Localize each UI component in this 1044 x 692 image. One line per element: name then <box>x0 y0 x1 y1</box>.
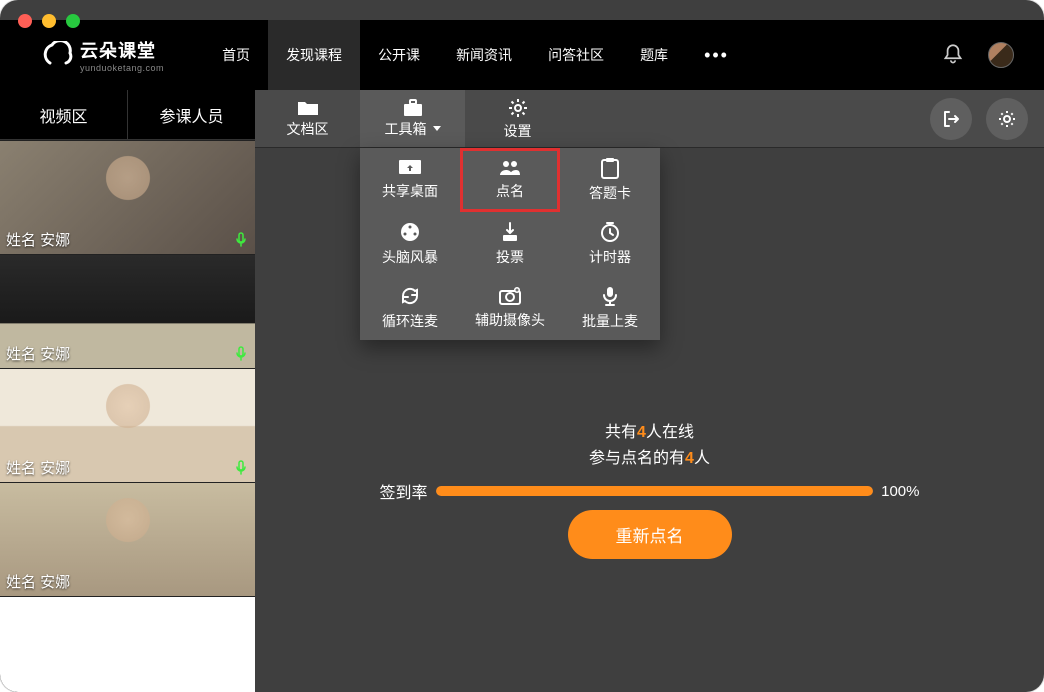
vote-icon <box>500 221 520 243</box>
people-icon <box>498 159 522 177</box>
cycle-icon <box>399 285 421 307</box>
dd-share-desktop[interactable]: 共享桌面 <box>360 148 460 212</box>
monitor-share-icon <box>398 159 422 177</box>
participant-name: 姓名 安娜 <box>6 571 70 592</box>
clipboard-icon <box>600 157 620 179</box>
checkin-progress <box>436 486 874 496</box>
toolbox-dropdown: 共享桌面 点名 答题卡 头脑风暴 投票 <box>360 148 660 340</box>
settings-button[interactable] <box>986 98 1028 140</box>
main-nav: 首页 发现课程 公开课 新闻资讯 问答社区 题库 ••• <box>204 20 747 90</box>
clock-icon <box>599 221 621 243</box>
nav-public[interactable]: 公开课 <box>360 20 438 90</box>
nav-question-bank[interactable]: 题库 <box>622 20 686 90</box>
brand-name: 云朵课堂 <box>80 37 164 63</box>
dd-batch-mic[interactable]: 批量上麦 <box>560 276 660 340</box>
toolbar-doc-area[interactable]: 文档区 <box>255 90 360 147</box>
left-panel: 视频区 参课人员 姓名 安娜 姓名 安娜 姓名 安娜 <box>0 90 255 692</box>
tab-members[interactable]: 参课人员 <box>128 90 255 139</box>
cloud-icon <box>40 41 74 69</box>
toolbar: 文档区 工具箱 设置 <box>255 90 1044 148</box>
dd-vote[interactable]: 投票 <box>460 212 560 276</box>
rollcall-stats: 共有4人在线 参与点名的有4人 签到率 100% <box>380 420 920 503</box>
checkin-rate-label: 签到率 <box>380 479 428 503</box>
close-dot[interactable] <box>18 14 32 28</box>
briefcase-icon <box>402 99 424 117</box>
logo[interactable]: 云朵课堂 yunduoketang.com <box>40 37 164 73</box>
gear-icon <box>507 97 529 119</box>
exit-button[interactable] <box>930 98 972 140</box>
video-tile[interactable]: 姓名 安娜 <box>0 482 255 596</box>
gear-icon <box>997 109 1017 129</box>
dd-aux-camera[interactable]: 辅助摄像头 <box>460 276 560 340</box>
progress-fill <box>436 486 874 496</box>
film-reel-icon <box>399 221 421 243</box>
participant-name: 姓名 安娜 <box>6 457 70 478</box>
dd-rollcall[interactable]: 点名 <box>460 148 560 212</box>
nav-qa[interactable]: 问答社区 <box>530 20 622 90</box>
video-tile[interactable]: 姓名 安娜 <box>0 368 255 482</box>
brand-sub: yunduoketang.com <box>80 63 164 73</box>
mic-icon <box>233 232 249 248</box>
video-tile[interactable]: 姓名 安娜 <box>0 254 255 368</box>
chevron-down-icon <box>433 126 441 131</box>
window-controls <box>18 14 80 28</box>
avatar[interactable] <box>988 42 1014 68</box>
participant-name: 姓名 安娜 <box>6 229 70 250</box>
main-area: 文档区 工具箱 设置 <box>255 90 1044 692</box>
participant-name: 姓名 安娜 <box>6 343 70 364</box>
dd-answer-card[interactable]: 答题卡 <box>560 148 660 212</box>
nav-more[interactable]: ••• <box>686 45 747 66</box>
exit-icon <box>941 109 961 129</box>
maximize-dot[interactable] <box>66 14 80 28</box>
mic-icon <box>233 346 249 362</box>
mic-up-icon <box>600 285 620 307</box>
nav-discover[interactable]: 发现课程 <box>268 20 360 90</box>
video-tile-empty <box>0 596 255 692</box>
dd-timer[interactable]: 计时器 <box>560 212 660 276</box>
minimize-dot[interactable] <box>42 14 56 28</box>
checkin-percent: 100% <box>881 483 919 500</box>
folder-icon <box>297 99 319 117</box>
mic-icon <box>233 460 249 476</box>
dd-cycle-mic[interactable]: 循环连麦 <box>360 276 460 340</box>
toolbar-settings[interactable]: 设置 <box>465 90 570 147</box>
dd-brainstorm[interactable]: 头脑风暴 <box>360 212 460 276</box>
tab-video-area[interactable]: 视频区 <box>0 90 128 139</box>
nav-news[interactable]: 新闻资讯 <box>438 20 530 90</box>
toolbar-toolbox[interactable]: 工具箱 <box>360 90 465 147</box>
bell-icon[interactable] <box>940 42 966 68</box>
camera-plus-icon <box>498 286 522 306</box>
top-bar: 云朵课堂 yunduoketang.com 首页 发现课程 公开课 新闻资讯 问… <box>0 20 1044 90</box>
video-list: 姓名 安娜 姓名 安娜 姓名 安娜 姓名 安娜 <box>0 140 255 692</box>
retry-rollcall-button[interactable]: 重新点名 <box>568 510 732 559</box>
nav-home[interactable]: 首页 <box>204 20 268 90</box>
video-tile[interactable]: 姓名 安娜 <box>0 140 255 254</box>
